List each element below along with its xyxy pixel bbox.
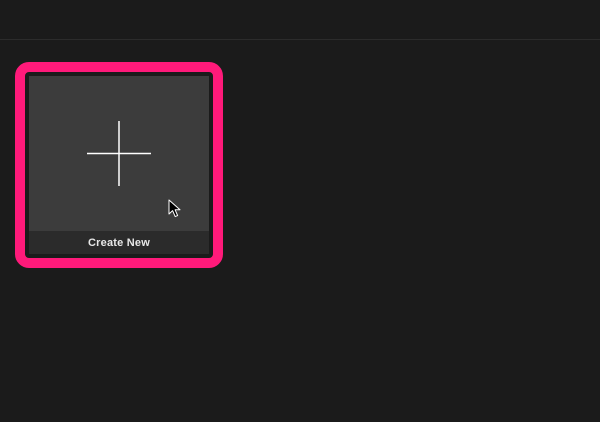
create-new-label-bar[interactable]: Create New xyxy=(29,231,209,254)
project-grid: Create New xyxy=(0,41,600,422)
mouse-pointer-icon xyxy=(168,199,181,218)
create-new-card[interactable]: Create New xyxy=(29,76,209,254)
top-toolbar xyxy=(0,0,600,40)
create-new-label: Create New xyxy=(88,236,150,249)
